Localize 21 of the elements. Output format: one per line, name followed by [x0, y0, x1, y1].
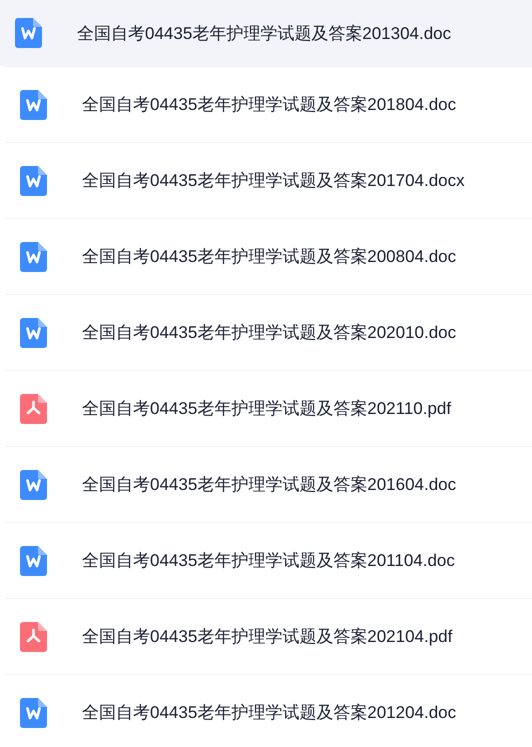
file-name: 全国自考04435老年护理学试题及答案201304.doc	[77, 22, 452, 44]
word-document-icon	[15, 18, 42, 48]
word-document-icon	[20, 166, 47, 196]
file-name: 全国自考04435老年护理学试题及答案200804.doc	[82, 246, 456, 268]
pdf-document-icon	[20, 622, 47, 652]
pdf-document-icon	[20, 394, 47, 424]
word-document-icon	[20, 318, 47, 348]
file-name: 全国自考04435老年护理学试题及答案201604.doc	[82, 474, 456, 496]
word-document-icon	[20, 242, 47, 272]
word-document-icon	[20, 698, 47, 728]
word-document-icon	[20, 90, 47, 120]
file-name: 全国自考04435老年护理学试题及答案202104.pdf	[82, 626, 452, 648]
word-document-icon	[20, 546, 47, 576]
file-name: 全国自考04435老年护理学试题及答案201204.doc	[82, 702, 456, 724]
word-document-icon	[20, 470, 47, 500]
file-name: 全国自考04435老年护理学试题及答案201704.docx	[82, 170, 465, 192]
file-name: 全国自考04435老年护理学试题及答案201104.doc	[82, 550, 455, 572]
file-name: 全国自考04435老年护理学试题及答案201804.doc	[82, 94, 456, 116]
file-list-item[interactable]: 全国自考04435老年护理学试题及答案201304.doc	[0, 0, 532, 66]
file-name: 全国自考04435老年护理学试题及答案202010.doc	[82, 322, 456, 344]
file-name: 全国自考04435老年护理学试题及答案202110.pdf	[82, 398, 452, 420]
